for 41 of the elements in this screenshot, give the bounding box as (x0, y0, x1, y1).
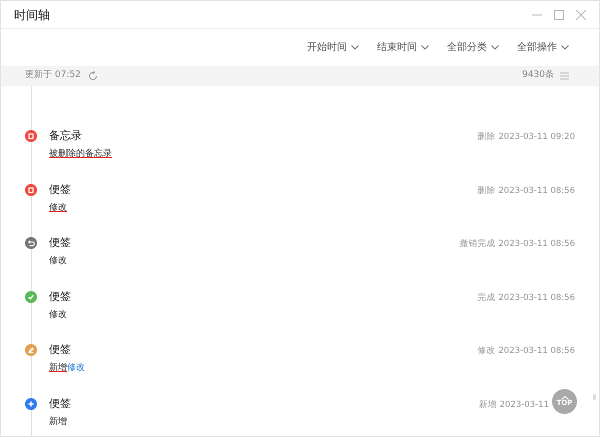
caret-icon (351, 45, 359, 50)
refresh-icon[interactable] (88, 71, 98, 81)
undo-icon (25, 237, 37, 249)
add-icon (25, 398, 37, 410)
entry-timestamp: 新增 2023-03-11 (478, 398, 549, 412)
delete-icon (25, 184, 37, 196)
delete-icon (25, 130, 37, 142)
window-title: 时间轴 (14, 6, 50, 24)
close-icon[interactable] (576, 10, 586, 20)
updated-time: 更新于 07:52 (25, 69, 81, 82)
entry-content: 修改 (49, 308, 68, 320)
entry-title: 便签 (49, 182, 71, 196)
filter-dropdown[interactable]: 全部操作 (517, 40, 569, 55)
entry-timestamp: 删除 2023-03-11 08:56 (478, 184, 575, 198)
entry-timestamp: 撤销完成 2023-03-11 08:56 (460, 238, 575, 251)
scrollbar-thumb[interactable] (593, 394, 596, 400)
caret-icon (561, 45, 569, 50)
entry-title: 便签 (49, 342, 72, 357)
filter-dropdown[interactable]: 开始时间 (307, 40, 359, 55)
entry-title: 便签 (49, 235, 71, 250)
maximize-icon[interactable] (554, 10, 564, 20)
entry-content: 被删除的备忘录 (49, 148, 112, 160)
caret-icon (491, 45, 499, 50)
entry-title: 便签 (49, 396, 71, 410)
edit-icon (25, 344, 37, 356)
filter-dropdown[interactable]: 全部分类 (447, 40, 499, 55)
filter-dropdown[interactable]: 结束时间 (377, 40, 429, 55)
entry-content: 修改 (49, 255, 68, 267)
entry-content: 新增 (49, 416, 68, 428)
entry-content: 新增修改 (49, 362, 85, 374)
caret-icon (421, 45, 429, 50)
entry-timestamp: 完成 2023-03-11 08:56 (478, 292, 575, 304)
entry-timestamp: 修改 2023-03-11 08:56 (478, 345, 575, 358)
record-count: 9430条 (522, 69, 554, 82)
chevron-up-icon (560, 396, 568, 400)
done-icon (25, 290, 37, 302)
entry-title: 便签 (49, 288, 71, 304)
entry-timestamp: 删除 2023-03-11 09:20 (478, 131, 575, 144)
entry-content: 修改 (49, 202, 68, 214)
entry-title: 备忘录 (49, 128, 83, 143)
menu-icon[interactable] (560, 72, 569, 80)
